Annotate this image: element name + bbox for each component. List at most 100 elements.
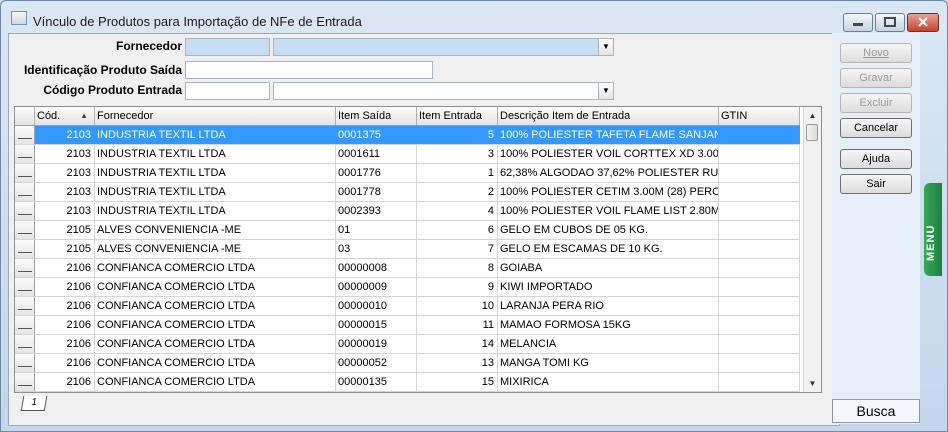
cell-gtin[interactable] bbox=[719, 316, 800, 334]
cell-descricao[interactable]: GELO EM ESCAMAS DE 10 KG. bbox=[498, 240, 719, 258]
cell-item-entrada[interactable]: 13 bbox=[417, 354, 498, 372]
table-row[interactable]: 2106 CONFIANCA COMERCIO LTDA 00000019 14 MEL… bbox=[15, 335, 800, 354]
cell-descricao[interactable]: MELANCIA bbox=[498, 335, 719, 353]
cell-descricao[interactable]: GELO EM CUBOS DE 05 KG. bbox=[498, 221, 719, 239]
scroll-down-icon[interactable]: ▼ bbox=[804, 375, 821, 392]
cell-cod[interactable]: 2103 bbox=[35, 126, 95, 144]
cell-descricao[interactable]: 100% POLIESTER VOIL CORTTEX XD 3.00M (0 bbox=[498, 145, 719, 163]
ajuda-button[interactable]: Ajuda bbox=[840, 149, 912, 169]
cell-fornecedor[interactable]: CONFIANCA COMERCIO LTDA bbox=[95, 297, 336, 315]
cell-descricao[interactable]: 100% POLIESTER TAFETA FLAME SANJAN 2.8 bbox=[498, 126, 719, 144]
cell-item-saida[interactable]: 0001611 bbox=[336, 145, 417, 163]
cell-item-entrada[interactable]: 5 bbox=[417, 126, 498, 144]
cell-fornecedor[interactable]: ALVES CONVENIENCIA -ME bbox=[95, 240, 336, 258]
cell-gtin[interactable] bbox=[719, 126, 800, 144]
cell-gtin[interactable] bbox=[719, 354, 800, 372]
cell-descricao[interactable]: KIWI IMPORTADO bbox=[498, 278, 719, 296]
column-header-cod[interactable]: Cód. ▲ bbox=[35, 107, 95, 125]
table-row[interactable]: 2106 CONFIANCA COMERCIO LTDA 00000010 10 LAR… bbox=[15, 297, 800, 316]
row-indicator[interactable] bbox=[15, 126, 35, 144]
cell-item-entrada[interactable]: 2 bbox=[417, 183, 498, 201]
cell-gtin[interactable] bbox=[719, 335, 800, 353]
cell-gtin[interactable] bbox=[719, 145, 800, 163]
cell-descricao[interactable]: LARANJA PERA RIO bbox=[498, 297, 719, 315]
cell-fornecedor[interactable]: INDUSTRIA TEXTIL LTDA bbox=[95, 126, 336, 144]
row-indicator[interactable] bbox=[15, 202, 35, 220]
cell-item-saida[interactable]: 03 bbox=[336, 240, 417, 258]
cell-item-saida[interactable]: 00000015 bbox=[336, 316, 417, 334]
close-button[interactable] bbox=[907, 13, 939, 32]
cell-cod[interactable]: 2103 bbox=[35, 202, 95, 220]
cell-descricao[interactable]: MANGA TOMI KG bbox=[498, 354, 719, 372]
cell-fornecedor[interactable]: INDUSTRIA TEXTIL LTDA bbox=[95, 145, 336, 163]
table-row[interactable]: 2105 ALVES CONVENIENCIA -ME 01 6 GELO EM CUB… bbox=[15, 221, 800, 240]
cell-gtin[interactable] bbox=[719, 297, 800, 315]
cell-fornecedor[interactable]: INDUSTRIA TEXTIL LTDA bbox=[95, 183, 336, 201]
chevron-down-icon[interactable]: ▼ bbox=[598, 39, 613, 55]
row-indicator[interactable] bbox=[15, 259, 35, 277]
cell-item-entrada[interactable]: 4 bbox=[417, 202, 498, 220]
cell-descricao[interactable]: MAMAO FORMOSA 15KG bbox=[498, 316, 719, 334]
column-header-item-entrada[interactable]: Item Entrada bbox=[417, 107, 498, 125]
cell-item-entrada[interactable]: 7 bbox=[417, 240, 498, 258]
cell-cod[interactable]: 2106 bbox=[35, 278, 95, 296]
cell-item-saida[interactable]: 00000009 bbox=[336, 278, 417, 296]
cell-cod[interactable]: 2103 bbox=[35, 183, 95, 201]
cell-item-saida[interactable]: 0001375 bbox=[336, 126, 417, 144]
row-indicator[interactable] bbox=[15, 183, 35, 201]
sair-button[interactable]: Sair bbox=[840, 174, 912, 194]
cell-descricao[interactable]: 62,38% ALGODAO 37,62% POLIESTER RUST bbox=[498, 164, 719, 182]
table-row[interactable]: 2103 INDUSTRIA TEXTIL LTDA 0002393 4 100% PO… bbox=[15, 202, 800, 221]
cell-fornecedor[interactable]: CONFIANCA COMERCIO LTDA bbox=[95, 354, 336, 372]
sheet-tab[interactable]: 1 bbox=[20, 396, 48, 411]
cell-item-saida[interactable]: 00000010 bbox=[336, 297, 417, 315]
table-row[interactable]: 2106 CONFIANCA COMERCIO LTDA 00000052 13 MAN… bbox=[15, 354, 800, 373]
cell-fornecedor[interactable]: CONFIANCA COMERCIO LTDA bbox=[95, 335, 336, 353]
cell-item-saida[interactable]: 0001776 bbox=[336, 164, 417, 182]
row-indicator[interactable] bbox=[15, 221, 35, 239]
cell-fornecedor[interactable]: CONFIANCA COMERCIO LTDA bbox=[95, 373, 336, 391]
cell-item-saida[interactable]: 0001778 bbox=[336, 183, 417, 201]
row-indicator[interactable] bbox=[15, 354, 35, 372]
cell-gtin[interactable] bbox=[719, 221, 800, 239]
busca-button[interactable]: Busca bbox=[832, 399, 920, 423]
cell-gtin[interactable] bbox=[719, 183, 800, 201]
minimize-button[interactable] bbox=[843, 13, 873, 32]
cell-item-entrada[interactable]: 1 bbox=[417, 164, 498, 182]
cell-descricao[interactable]: 100% POLIESTER VOIL FLAME LIST 2.80M (0- bbox=[498, 202, 719, 220]
row-indicator[interactable] bbox=[15, 164, 35, 182]
cell-item-entrada[interactable]: 9 bbox=[417, 278, 498, 296]
row-indicator[interactable] bbox=[15, 316, 35, 334]
cell-item-saida[interactable]: 00000019 bbox=[336, 335, 417, 353]
menu-tab[interactable]: MENU bbox=[924, 183, 942, 276]
cell-item-entrada[interactable]: 6 bbox=[417, 221, 498, 239]
codigo-entrada-input[interactable] bbox=[185, 82, 270, 100]
table-row[interactable]: 2103 INDUSTRIA TEXTIL LTDA 0001375 5 100% PO… bbox=[15, 126, 800, 145]
cell-cod[interactable]: 2106 bbox=[35, 335, 95, 353]
cell-fornecedor[interactable]: INDUSTRIA TEXTIL LTDA bbox=[95, 164, 336, 182]
row-indicator[interactable] bbox=[15, 335, 35, 353]
table-row[interactable]: 2106 CONFIANCA COMERCIO LTDA 00000135 15 MIX… bbox=[15, 373, 800, 392]
cell-cod[interactable]: 2105 bbox=[35, 221, 95, 239]
cell-cod[interactable]: 2106 bbox=[35, 354, 95, 372]
cell-cod[interactable]: 2106 bbox=[35, 373, 95, 391]
table-row[interactable]: 2106 CONFIANCA COMERCIO LTDA 00000009 9 KIWI… bbox=[15, 278, 800, 297]
row-indicator[interactable] bbox=[15, 145, 35, 163]
cell-gtin[interactable] bbox=[719, 259, 800, 277]
scroll-thumb[interactable] bbox=[806, 124, 818, 141]
cell-cod[interactable]: 2103 bbox=[35, 164, 95, 182]
cell-descricao[interactable]: GOIABA bbox=[498, 259, 719, 277]
fornecedor-combo[interactable]: ▼ bbox=[273, 38, 614, 56]
products-grid[interactable]: Cód. ▲ Fornecedor Item Saída Item Entrada… bbox=[14, 106, 822, 393]
cell-item-entrada[interactable]: 15 bbox=[417, 373, 498, 391]
cell-descricao[interactable]: 100% POLIESTER CETIM 3.00M (28) PEROLA bbox=[498, 183, 719, 201]
row-indicator[interactable] bbox=[15, 297, 35, 315]
identificacao-input[interactable] bbox=[185, 61, 433, 79]
codigo-entrada-combo[interactable]: ▼ bbox=[273, 82, 614, 100]
cell-item-entrada[interactable]: 14 bbox=[417, 335, 498, 353]
gravar-button[interactable]: Gravar bbox=[840, 68, 912, 88]
cell-gtin[interactable] bbox=[719, 373, 800, 391]
table-row[interactable]: 2106 CONFIANCA COMERCIO LTDA 00000015 11 MAM… bbox=[15, 316, 800, 335]
column-header-gtin[interactable]: GTIN bbox=[719, 107, 800, 125]
cell-fornecedor[interactable]: ALVES CONVENIENCIA -ME bbox=[95, 221, 336, 239]
